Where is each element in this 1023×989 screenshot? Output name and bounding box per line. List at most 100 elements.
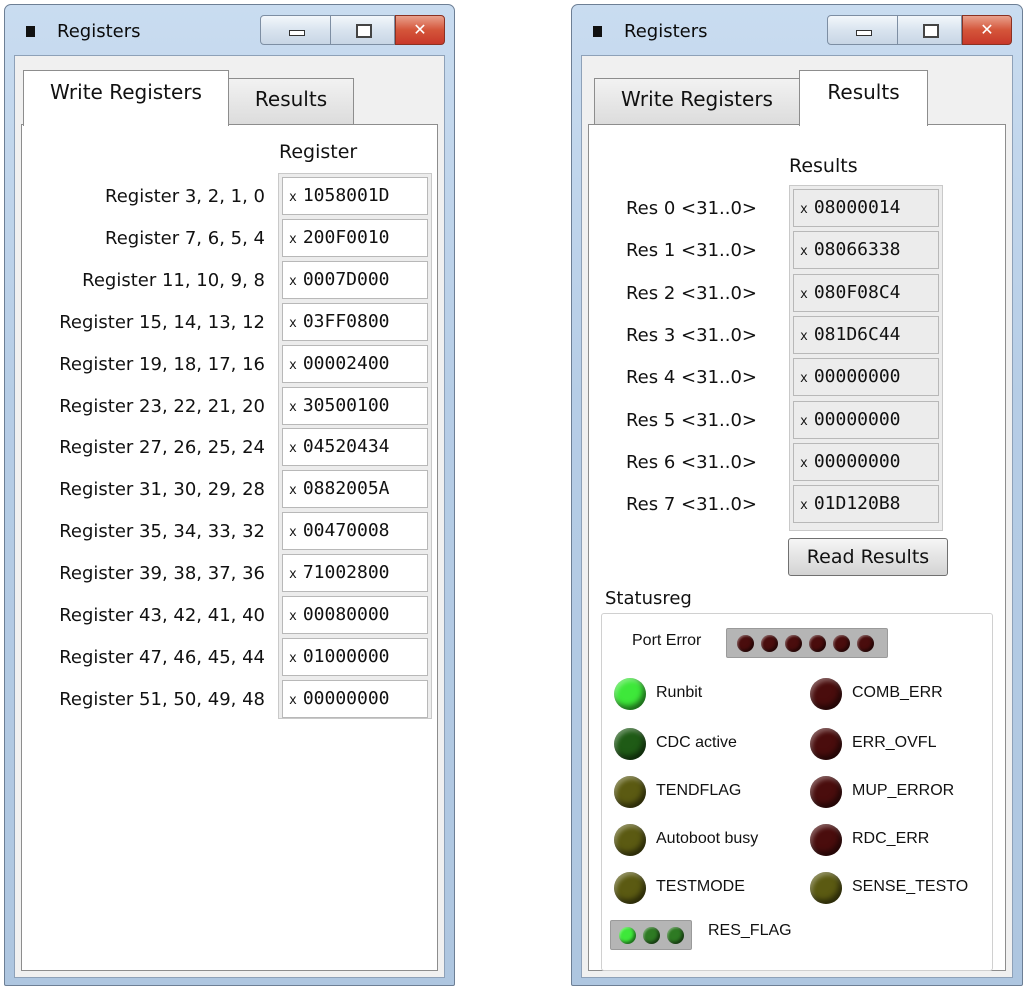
hex-prefix: x (800, 328, 808, 344)
status-label: SENSE_TESTO (852, 878, 969, 895)
hex-prefix: x (289, 315, 297, 331)
hex-prefix: x (289, 609, 297, 624)
result-value: 00000000 (813, 450, 901, 472)
status-label: TENDFLAG (656, 782, 742, 799)
register-value-field[interactable]: x 04520434 (282, 428, 428, 467)
result-value-field: x 00000000 (793, 400, 939, 439)
registers-window-write: Registers ✕ Write Registers Results Regi… (4, 4, 455, 986)
tab-write-registers[interactable]: Write Registers (23, 70, 229, 126)
register-value: 00002400 (302, 352, 390, 374)
result-value-field: x 00000000 (793, 358, 939, 397)
result-value-field: x 080F08C4 (793, 273, 939, 312)
hex-prefix: x (289, 567, 297, 583)
port-error-label: Port Error (632, 632, 702, 649)
register-row-label: Register 7, 6, 5, 4 (105, 227, 265, 249)
tab-write-registers[interactable]: Write Registers (594, 78, 800, 124)
hex-prefix: x (289, 692, 297, 708)
close-button[interactable]: ✕ (395, 15, 445, 45)
port-error-led (857, 635, 874, 652)
maximize-button[interactable] (330, 15, 395, 45)
status-led (614, 872, 646, 904)
status-label: Runbit (656, 684, 703, 701)
result-value: 00000000 (813, 366, 901, 388)
register-value: 01000000 (302, 645, 390, 667)
results-column-header: Results (789, 155, 858, 177)
register-value-field[interactable]: x 71002800 (282, 554, 428, 593)
register-column-header: Register (279, 141, 358, 163)
tab-results[interactable]: Results (228, 78, 354, 124)
register-row-label: Register 11, 10, 9, 8 (82, 269, 265, 291)
hex-prefix: x (800, 371, 808, 387)
register-value-field[interactable]: x 00002400 (282, 344, 428, 383)
result-value: 081D6C44 (813, 323, 901, 345)
tab-results[interactable]: Results (799, 70, 928, 126)
app-icon (593, 26, 602, 37)
status-led (810, 824, 842, 856)
hex-prefix: x (289, 650, 297, 666)
register-value: 0882005A (302, 478, 390, 500)
hex-prefix: x (289, 525, 297, 541)
hex-prefix: x (800, 455, 808, 471)
port-error-led (737, 635, 754, 652)
title-bar[interactable]: Registers ✕ (5, 5, 454, 53)
register-value-field[interactable]: x 00470008 (282, 512, 428, 551)
close-button[interactable]: ✕ (962, 15, 1012, 45)
read-results-button[interactable]: Read Results (788, 538, 948, 576)
register-row-label: Register 31, 30, 29, 28 (59, 479, 265, 501)
register-value-field[interactable]: x 0007D000 (282, 260, 428, 299)
result-value-field: x 00000000 (793, 442, 939, 481)
hex-prefix: x (800, 413, 808, 429)
register-row-label: Register 27, 26, 25, 24 (59, 437, 265, 459)
port-error-led (833, 635, 850, 652)
res-flag-led (667, 927, 684, 944)
status-led (810, 678, 842, 710)
title-bar[interactable]: Registers ✕ (572, 5, 1022, 53)
register-row-label: Register 43, 42, 41, 40 (59, 605, 265, 626)
statusreg-group: Port Error Runbit CDC active TENDFLAG Autob… (601, 613, 993, 971)
register-value-field[interactable]: x 03FF0800 (282, 302, 428, 341)
register-value: 00000000 (302, 687, 390, 709)
register-value-field[interactable]: x 30500100 (282, 386, 428, 425)
status-label: TESTMODE (656, 878, 745, 895)
register-value-field[interactable]: x 01000000 (282, 637, 428, 676)
register-value-field[interactable]: x 0882005A (282, 470, 428, 509)
register-value: 1058001D (302, 185, 390, 206)
minimize-button[interactable] (260, 15, 331, 45)
hex-prefix: x (289, 273, 297, 289)
status-label: COMB_ERR (852, 684, 943, 701)
window-title: Registers (624, 21, 708, 42)
registers-window-results: Registers ✕ Write Registers Results Resu… (571, 4, 1023, 986)
register-row-label: Register 51, 50, 49, 48 (59, 688, 265, 710)
window-title: Registers (57, 21, 141, 42)
status-label: ERR_OVFL (852, 734, 937, 751)
status-led (614, 678, 646, 710)
maximize-button[interactable] (897, 15, 962, 45)
register-value-field[interactable]: x 00000000 (282, 679, 428, 718)
register-value: 04520434 (302, 436, 390, 458)
register-value: 00080000 (302, 604, 390, 625)
status-led (614, 824, 646, 856)
register-row-label: Register 39, 38, 37, 36 (59, 563, 265, 585)
result-value-field: x 081D6C44 (793, 315, 939, 354)
register-value-field[interactable]: x 200F0010 (282, 218, 428, 257)
status-label: CDC active (656, 734, 737, 751)
result-row-label: Res 2 <31..0> (625, 282, 757, 304)
res-flag-led (619, 927, 636, 944)
res-flag-led-strip (610, 920, 692, 950)
status-label: MUP_ERROR (852, 782, 955, 799)
minimize-button[interactable] (827, 15, 898, 45)
result-row-label: Res 1 <31..0> (625, 240, 757, 262)
status-label: Autoboot busy (656, 830, 759, 847)
port-error-led (761, 635, 778, 652)
app-icon (26, 26, 35, 37)
hex-prefix: x (800, 498, 808, 514)
result-value: 01D120B8 (813, 493, 901, 515)
register-value-field[interactable]: x 1058001D (282, 177, 428, 215)
hex-prefix: x (289, 231, 297, 247)
register-row-label: Register 19, 18, 17, 16 (59, 353, 265, 375)
register-value-field[interactable]: x 00080000 (282, 596, 428, 634)
hex-prefix: x (289, 399, 297, 415)
results-panel: Results Res 0 <31..0> x 08000014 Res 1 <31.… (588, 124, 1006, 971)
register-value: 0007D000 (302, 268, 390, 290)
hex-prefix: x (289, 357, 297, 373)
